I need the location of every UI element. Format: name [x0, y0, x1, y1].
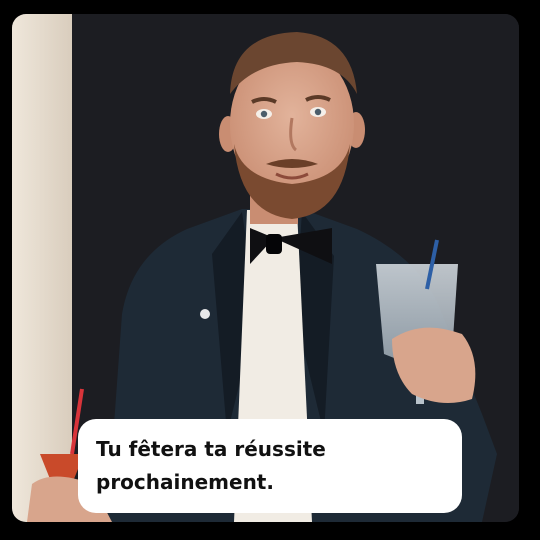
caption-line-1: Tu fêtera ta réussite	[96, 437, 326, 461]
bow-tie-knot	[266, 234, 282, 254]
caption-line-2: prochainement.	[96, 470, 274, 494]
wall-left	[12, 14, 72, 522]
post-frame: Tu fêtera ta réussite prochainement.	[12, 14, 519, 522]
caption-box: Tu fêtera ta réussite prochainement.	[78, 419, 462, 513]
lapel-pin	[200, 309, 210, 319]
